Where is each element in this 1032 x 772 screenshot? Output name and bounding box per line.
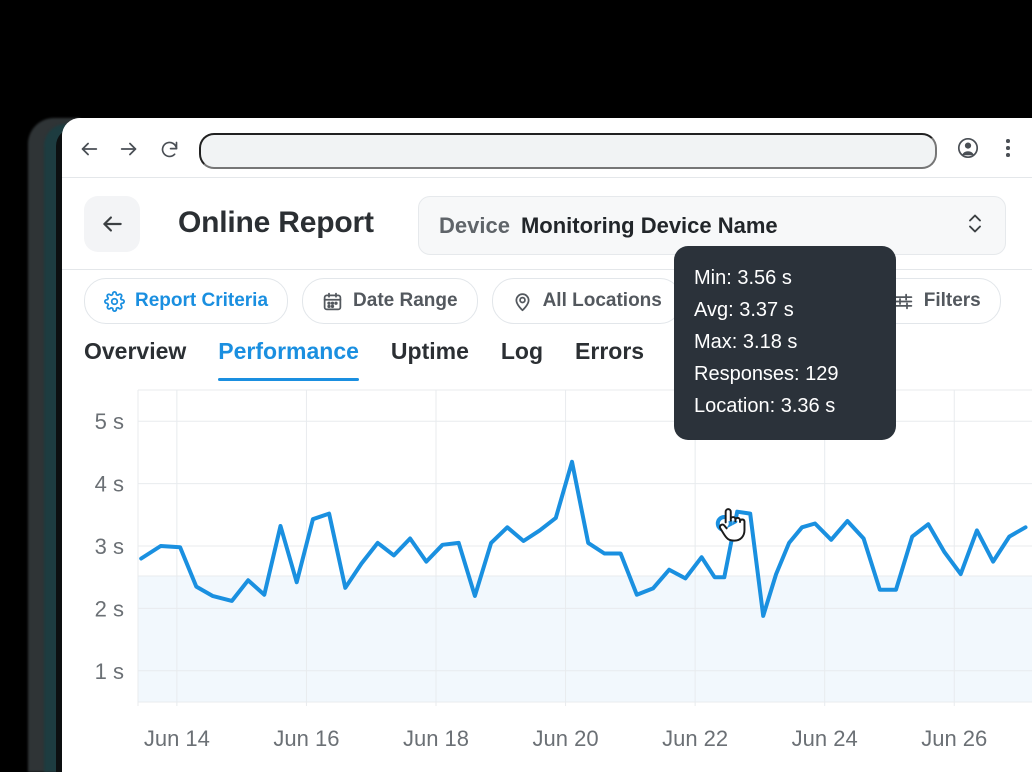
chart-svg[interactable]: 1 s 2 s 3 s 4 s 5 s Jun 14 Jun 16 Jun 18 Jun 20 J…: [62, 388, 1032, 772]
browser-reload-button[interactable]: [156, 136, 182, 162]
x-axis-tick-label: Jun 18: [403, 726, 469, 751]
tab-label: Uptime: [391, 338, 469, 364]
chip-report-criteria[interactable]: Report Criteria: [84, 278, 288, 324]
tab-performance[interactable]: Performance: [202, 332, 375, 381]
y-axis-tick-label: 3 s: [95, 534, 124, 559]
chip-label: Filters: [924, 290, 981, 312]
y-axis-tick-label: 5 s: [95, 409, 124, 434]
arrow-left-icon: [78, 138, 100, 160]
account-circle-icon[interactable]: [956, 136, 980, 160]
chip-label: Report Criteria: [135, 290, 268, 312]
gear-icon: [104, 291, 125, 312]
performance-chart[interactable]: 1 s 2 s 3 s 4 s 5 s Jun 14 Jun 16 Jun 18 Jun 20 J…: [62, 388, 1032, 772]
app-back-button[interactable]: [84, 196, 140, 252]
tab-errors[interactable]: Errors: [559, 332, 660, 381]
chevron-updown-icon: [965, 210, 985, 241]
screenshot-stage: Online Report Device Monitoring Device N…: [0, 0, 1032, 772]
x-axis-tick-label: Jun 24: [792, 726, 858, 751]
chip-all-locations[interactable]: All Locations: [492, 278, 682, 324]
device-selector-label: Device: [439, 213, 510, 239]
x-axis-tick-label: Jun 14: [144, 726, 210, 751]
mouse-cursor-pointer-icon: [714, 506, 748, 548]
browser-back-button[interactable]: [76, 136, 102, 162]
tab-overview[interactable]: Overview: [84, 332, 202, 381]
page-title: Online Report: [178, 206, 374, 240]
tab-log[interactable]: Log: [485, 332, 559, 381]
map-pin-icon: [512, 291, 533, 312]
y-axis-tick-label: 2 s: [95, 596, 124, 621]
y-axis-tick-label: 4 s: [95, 472, 124, 497]
kebab-menu-icon[interactable]: [998, 136, 1018, 160]
calendar-icon: [322, 291, 343, 312]
tooltip-avg: Avg: 3.37 s: [694, 294, 876, 326]
x-axis-tick-label: Jun 26: [921, 726, 987, 751]
tab-label: Performance: [218, 338, 359, 364]
arrow-right-icon: [118, 138, 140, 160]
tooltip-max: Max: 3.18 s: [694, 326, 876, 358]
x-axis-tick-label: Jun 16: [273, 726, 339, 751]
chip-date-range[interactable]: Date Range: [302, 278, 478, 324]
browser-chrome: [62, 118, 1032, 178]
browser-chrome-actions: [956, 136, 1018, 160]
tooltip-location: Location: 3.36 s: [694, 390, 876, 422]
browser-forward-button[interactable]: [116, 136, 142, 162]
threshold-band: [138, 576, 1032, 702]
browser-window: Online Report Device Monitoring Device N…: [62, 118, 1032, 772]
x-axis-tick-label: Jun 20: [533, 726, 599, 751]
tab-label: Log: [501, 338, 543, 364]
tooltip-responses: Responses: 129: [694, 358, 876, 390]
reload-icon: [159, 139, 180, 160]
address-bar[interactable]: [199, 133, 937, 169]
tooltip-min: Min: 3.56 s: [694, 262, 876, 294]
device-selector-value: Monitoring Device Name: [521, 213, 778, 239]
chart-tooltip: Min: 3.56 s Avg: 3.37 s Max: 3.18 s Resp…: [674, 246, 896, 440]
tab-uptime[interactable]: Uptime: [375, 332, 485, 381]
chip-label: All Locations: [543, 290, 662, 312]
tab-label: Overview: [84, 338, 186, 364]
x-axis-tick-label: Jun 22: [662, 726, 728, 751]
arrow-left-icon: [99, 211, 125, 237]
tab-label: Errors: [575, 338, 644, 364]
chip-label: Date Range: [353, 290, 458, 312]
y-axis-tick-label: 1 s: [95, 659, 124, 684]
